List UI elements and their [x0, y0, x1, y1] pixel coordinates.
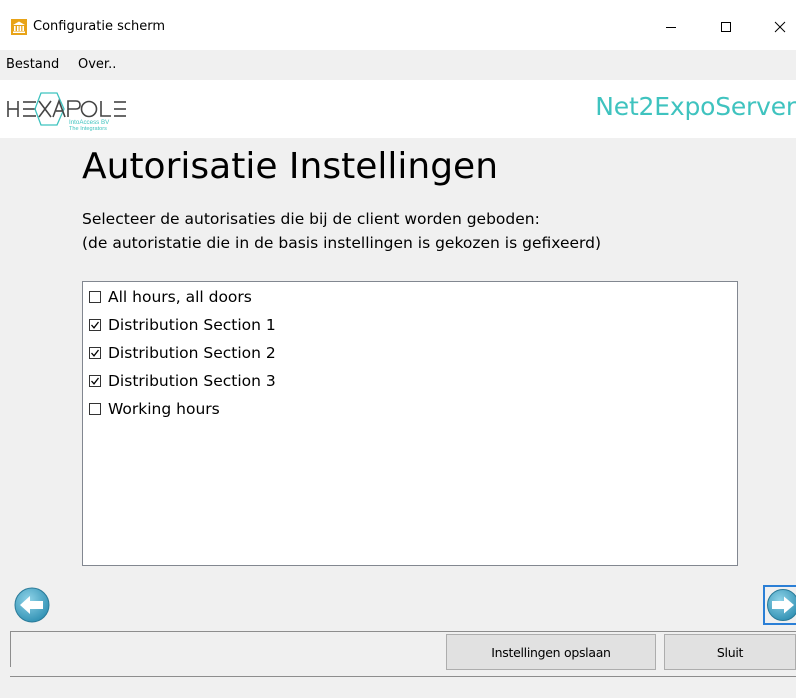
logo-sub1: IntoAccess BV	[69, 119, 110, 126]
checkmark-icon	[91, 377, 100, 385]
list-item-distribution-2[interactable]: Distribution Section 2	[89, 343, 276, 363]
checkbox[interactable]	[89, 291, 101, 303]
product-name: Net2ExpoServer	[595, 92, 796, 121]
list-item-distribution-3[interactable]: Distribution Section 3	[89, 371, 276, 391]
description-line-1: Selecteer de autorisaties die bij de cli…	[82, 210, 540, 228]
checkmark-icon	[91, 349, 100, 357]
list-item-all-hours[interactable]: All hours, all doors	[89, 287, 252, 307]
menu-over[interactable]: Over..	[78, 57, 116, 72]
authorization-list[interactable]: All hours, all doors Distribution Sectio…	[82, 281, 738, 566]
page-title: Autorisatie Instellingen	[82, 146, 499, 187]
page-description: Selecteer de autorisaties die bij de cli…	[82, 207, 601, 255]
list-item-label: All hours, all doors	[108, 288, 252, 306]
checkbox[interactable]	[89, 375, 101, 387]
status-bar	[10, 676, 796, 698]
hexapole-logo: IntoAccess BV The Integrators	[7, 92, 126, 132]
checkbox[interactable]	[89, 403, 101, 415]
maximize-icon	[721, 22, 731, 32]
title-bar: Configuratie scherm	[0, 0, 796, 50]
close-window-button[interactable]	[758, 12, 796, 42]
logo-sub2: The Integrators	[69, 126, 107, 132]
minimize-icon	[666, 27, 676, 28]
list-item-label: Distribution Section 2	[108, 344, 276, 362]
save-settings-button[interactable]: Instellingen opslaan	[446, 634, 656, 670]
header: IntoAccess BV The Integrators Net2ExpoSe…	[0, 80, 796, 138]
list-item-working-hours[interactable]: Working hours	[89, 399, 220, 419]
close-button[interactable]: Sluit	[664, 634, 796, 670]
next-button[interactable]	[763, 585, 796, 625]
menu-bestand[interactable]: Bestand	[6, 57, 59, 72]
checkmark-icon	[91, 321, 100, 329]
maximize-button[interactable]	[704, 12, 748, 42]
description-line-2: (de autoristatie die in de basis instell…	[82, 234, 602, 252]
museum-icon	[11, 19, 27, 35]
menu-bar: Bestand Over..	[0, 50, 796, 80]
arrow-right-circle-icon	[767, 589, 796, 621]
checkbox[interactable]	[89, 347, 101, 359]
minimize-button[interactable]	[649, 12, 693, 42]
list-item-label: Distribution Section 1	[108, 316, 276, 334]
checkbox[interactable]	[89, 319, 101, 331]
arrow-left-circle-icon	[14, 587, 50, 623]
list-item-label: Distribution Section 3	[108, 372, 276, 390]
window-title: Configuratie scherm	[33, 19, 166, 34]
close-icon	[774, 21, 786, 33]
list-item-label: Working hours	[108, 400, 220, 418]
list-item-distribution-1[interactable]: Distribution Section 1	[89, 315, 276, 335]
previous-button[interactable]	[12, 585, 52, 625]
